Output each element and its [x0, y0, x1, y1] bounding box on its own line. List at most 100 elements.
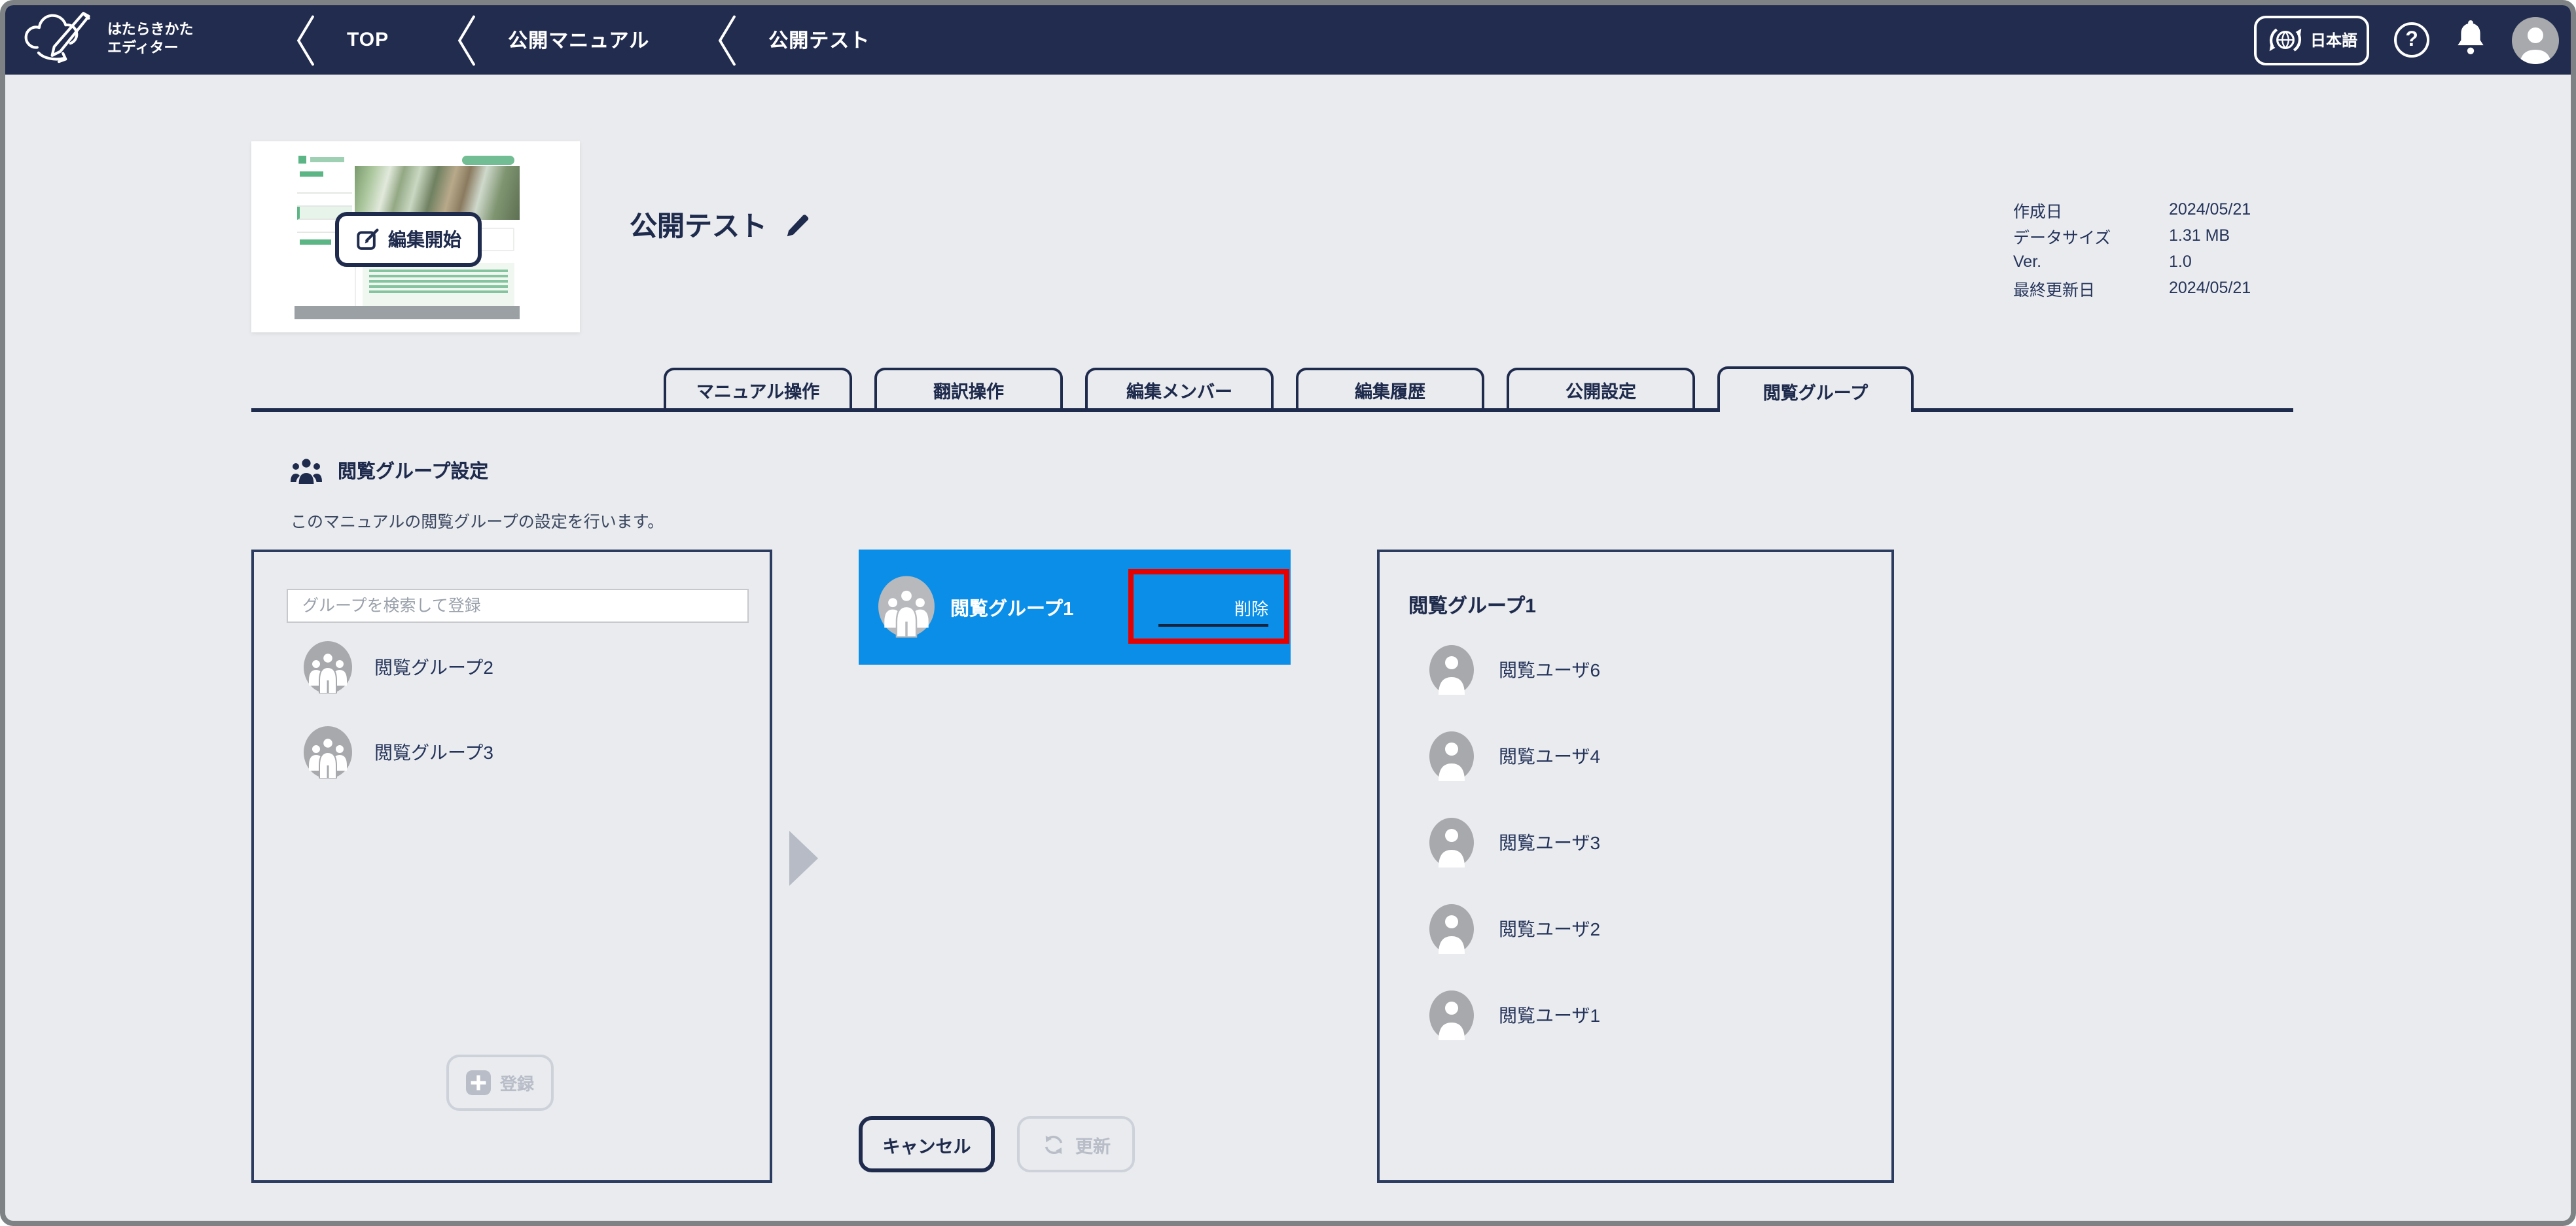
- tab[interactable]: 閲覧グループ: [1717, 366, 1914, 412]
- app-window: はたらきかた エディター TOP 公開マニュアル 公開テスト 日本語 ? 編集開…: [0, 0, 2576, 1226]
- breadcrumb-item: TOP: [296, 14, 457, 66]
- selected-group-card[interactable]: 閲覧グループ1 削除: [859, 550, 1291, 665]
- annotation-highlight-box: 削除: [1128, 569, 1289, 644]
- cancel-label: キャンセル: [882, 1136, 971, 1156]
- page-title-row: 公開テスト: [630, 205, 812, 245]
- question-mark-icon: ?: [2405, 28, 2418, 50]
- breadcrumb-item: 公開マニュアル: [457, 14, 717, 66]
- app-logo-text: はたらきかた エディター: [107, 20, 194, 58]
- group-avatar-icon: [304, 641, 352, 693]
- bell-icon: [2458, 20, 2484, 54]
- preview-links: [363, 263, 514, 309]
- meta-row: Ver. 1.0: [2013, 249, 2251, 275]
- user-avatar-icon: [1429, 904, 1474, 954]
- meta-value: 1.31 MB: [2169, 226, 2230, 245]
- user-avatar-button[interactable]: [2512, 16, 2559, 63]
- update-button[interactable]: 更新: [1017, 1116, 1135, 1172]
- section-title: 閲覧グループ設定: [338, 462, 489, 483]
- preview-logo-text: [310, 157, 344, 162]
- group-people-icon: [291, 459, 322, 484]
- meta-row: データサイズ 1.31 MB: [2013, 222, 2251, 249]
- user-avatar-icon: [1429, 990, 1474, 1040]
- register-label: 登録: [499, 1074, 534, 1094]
- breadcrumb-link[interactable]: 公開マニュアル: [508, 26, 649, 54]
- tab[interactable]: マニュアル操作: [664, 368, 852, 408]
- register-button[interactable]: 登録: [446, 1055, 554, 1111]
- language-label: 日本語: [2310, 31, 2357, 50]
- tab[interactable]: 編集履歴: [1296, 368, 1484, 408]
- section-description: このマニュアルの閲覧グループの設定を行います。: [291, 513, 664, 531]
- cloud-pencil-logo-icon: [24, 12, 90, 63]
- user-avatar-icon: [1429, 731, 1474, 781]
- member-name: 閲覧ユーザ6: [1499, 659, 1601, 680]
- breadcrumb: TOP 公開マニュアル 公開テスト: [296, 5, 938, 75]
- meta-row: 作成日 2024/05/21: [2013, 196, 2251, 222]
- meta-label: 作成日: [2013, 202, 2063, 220]
- delete-link[interactable]: 削除: [1158, 595, 1268, 627]
- group-name: 閲覧グループ2: [374, 657, 493, 678]
- rename-pencil-icon[interactable]: [784, 211, 812, 239]
- user-avatar-icon: [1429, 645, 1474, 695]
- cancel-button[interactable]: キャンセル: [859, 1116, 995, 1172]
- top-navbar: はたらきかた エディター TOP 公開マニュアル 公開テスト 日本語 ?: [5, 5, 2571, 75]
- tab-label: 編集メンバー: [1126, 381, 1232, 401]
- meta-label: データサイズ: [2013, 228, 2111, 247]
- edit-square-icon: [356, 228, 378, 250]
- group-avatar-icon: [304, 726, 352, 779]
- member-name: 閲覧ユーザ3: [1499, 832, 1601, 853]
- app-logo[interactable]: はたらきかた エディター: [21, 12, 194, 67]
- available-group-list: 閲覧グループ2 閲覧グループ3: [304, 641, 751, 813]
- header-actions: 日本語 ?: [2253, 5, 2559, 75]
- preview-logo: [298, 156, 306, 164]
- member-name: 閲覧ユーザ2: [1499, 919, 1601, 939]
- tab[interactable]: 編集メンバー: [1085, 368, 1274, 408]
- meta-row: 最終更新日 2024/05/21: [2013, 275, 2251, 301]
- chevron-left-icon: [296, 14, 314, 65]
- edit-start-label: 編集開始: [388, 229, 461, 250]
- tab[interactable]: 公開設定: [1507, 368, 1695, 408]
- member-list-item: 閲覧ユーザ4: [1429, 731, 1873, 781]
- group-name: 閲覧グループ3: [374, 742, 493, 763]
- member-list: 閲覧ユーザ6 閲覧ユーザ4 閲覧ユーザ3 閲覧ユーザ2 閲覧ユーザ1: [1429, 645, 1873, 1077]
- member-list-item: 閲覧ユーザ3: [1429, 818, 1873, 867]
- breadcrumb-item: 公開テスト: [717, 14, 938, 66]
- breadcrumb-link[interactable]: 公開テスト: [768, 26, 870, 54]
- person-icon: [2520, 27, 2551, 63]
- selected-group-name: 閲覧グループ1: [950, 599, 1074, 620]
- language-sync-icon: [2269, 28, 2302, 52]
- manual-meta: 作成日 2024/05/21 データサイズ 1.31 MB Ver. 1.0 最…: [2013, 196, 2251, 301]
- member-list-item: 閲覧ユーザ6: [1429, 645, 1873, 695]
- member-list-item: 閲覧ユーザ2: [1429, 904, 1873, 954]
- update-label: 更新: [1075, 1136, 1111, 1156]
- transfer-arrow-icon: [789, 831, 818, 886]
- group-picker-panel: 閲覧グループ2 閲覧グループ3: [251, 550, 772, 1183]
- refresh-icon: [1044, 1134, 1062, 1154]
- tab-label: 編集履歴: [1355, 381, 1425, 401]
- tab-label: 公開設定: [1565, 381, 1636, 401]
- help-button[interactable]: ?: [2394, 22, 2429, 58]
- tab-label: 閲覧グループ: [1762, 383, 1869, 402]
- logo-line1: はたらきかた: [107, 22, 194, 38]
- breadcrumb-link[interactable]: TOP: [347, 29, 389, 51]
- tab-bar: マニュアル操作 翻訳操作 編集メンバー 編集履歴 公開設定 閲覧グループ: [251, 366, 2293, 412]
- user-avatar-icon: [1429, 818, 1474, 867]
- preview-user-pill: [462, 156, 514, 165]
- group-search-input[interactable]: [287, 589, 749, 623]
- members-panel-title: 閲覧グループ1: [1408, 595, 1536, 618]
- group-members-panel: 閲覧グループ1 閲覧ユーザ6 閲覧ユーザ4 閲覧ユーザ3 閲覧ユーザ2 閲覧ユー…: [1377, 550, 1894, 1183]
- language-button[interactable]: 日本語: [2253, 15, 2369, 65]
- group-list-item[interactable]: 閲覧グループ2: [304, 641, 751, 693]
- chevron-left-icon: [457, 14, 476, 65]
- tab-label: 翻訳操作: [933, 381, 1004, 401]
- tab-label: マニュアル操作: [696, 381, 820, 401]
- tab[interactable]: 翻訳操作: [874, 368, 1063, 408]
- edit-start-button[interactable]: 編集開始: [335, 212, 482, 267]
- notifications-button[interactable]: [2454, 18, 2487, 62]
- meta-value: 2024/05/21: [2169, 200, 2251, 219]
- chevron-left-icon: [719, 14, 736, 65]
- group-list-item[interactable]: 閲覧グループ3: [304, 726, 751, 779]
- logo-line2: エディター: [107, 41, 179, 56]
- plus-square-icon: [465, 1070, 491, 1095]
- meta-value: 2024/05/21: [2169, 279, 2251, 297]
- page-title: 公開テスト: [630, 212, 767, 242]
